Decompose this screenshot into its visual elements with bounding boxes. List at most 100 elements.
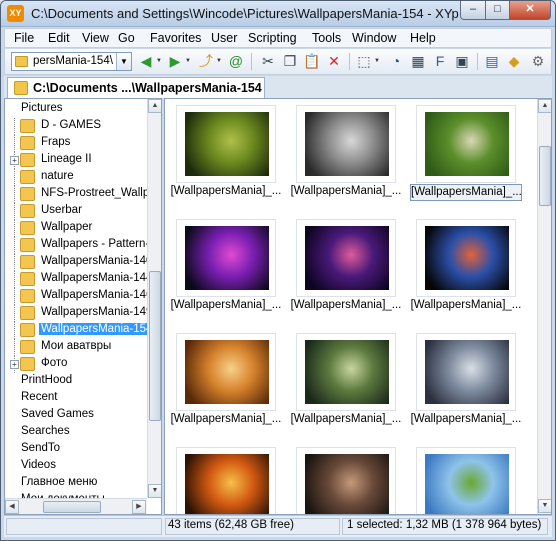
address-dropdown-button[interactable]: ▼ bbox=[116, 53, 131, 70]
forward-dropdown-icon[interactable]: ▼ bbox=[185, 58, 191, 64]
tree-line bbox=[14, 237, 15, 254]
menu-help[interactable]: Help bbox=[410, 31, 436, 45]
tab-wallpapersmania-154[interactable]: C:\Documents ...\WallpapersMania-154 bbox=[7, 77, 265, 98]
tree-line bbox=[14, 322, 15, 339]
files-vertical-scrollbar[interactable]: ▲ ▼ bbox=[537, 99, 551, 514]
scroll-left-button[interactable]: ◀ bbox=[5, 500, 19, 514]
expand-toggle-icon[interactable]: + bbox=[10, 156, 19, 165]
tree-item[interactable]: Pictures bbox=[5, 101, 146, 118]
up-dropdown-icon[interactable]: ▼ bbox=[216, 58, 222, 64]
tab-label: C:\Documents ...\WallpapersMania-154 bbox=[33, 81, 262, 95]
thumbnail-item[interactable]: [WallpapersMania]_... bbox=[170, 219, 282, 325]
settings-icon[interactable]: ⚙ bbox=[529, 52, 547, 70]
tree-line bbox=[14, 169, 15, 186]
panes-icon[interactable]: ▤ bbox=[483, 52, 501, 70]
tree-item[interactable]: SendTo bbox=[5, 441, 146, 458]
address-input[interactable]: persMania-154\ bbox=[33, 55, 117, 67]
address-bar[interactable]: persMania-154\ ▼ bbox=[11, 52, 132, 71]
tree-item[interactable]: + Фото bbox=[5, 356, 146, 373]
thumbnail-frame bbox=[296, 105, 396, 183]
tree-item[interactable]: Searches bbox=[5, 424, 146, 441]
tree-item[interactable]: WallpapersMania-144 bbox=[5, 271, 152, 288]
thumbnail-item[interactable]: [WallpapersMania]_... bbox=[290, 447, 402, 514]
scroll-thumb[interactable] bbox=[539, 146, 551, 206]
tree-item[interactable]: PrintHood bbox=[5, 373, 146, 390]
back-dropdown-icon[interactable]: ▼ bbox=[156, 58, 162, 64]
delete-icon[interactable]: ✕ bbox=[325, 52, 343, 70]
tree-item[interactable]: Videos bbox=[5, 458, 146, 475]
tree-item[interactable]: WallpapersMania-154 bbox=[5, 322, 155, 339]
thumbnail-item[interactable]: [WallpapersMania]_... bbox=[290, 333, 402, 439]
copy-icon[interactable]: ❐ bbox=[281, 52, 299, 70]
menu-window[interactable]: Window bbox=[352, 31, 396, 45]
menu-edit[interactable]: Edit bbox=[48, 31, 70, 45]
select-dropdown-icon[interactable]: ▼ bbox=[374, 58, 380, 64]
tree-item[interactable]: Recent bbox=[5, 390, 146, 407]
tree-item[interactable]: Wallpapers - Pattern- bbox=[5, 237, 149, 254]
tree-vertical-scrollbar[interactable]: ▲ ▼ bbox=[147, 99, 161, 498]
expand-toggle-icon[interactable]: + bbox=[10, 360, 19, 369]
up-folder-icon[interactable]: ⤴ bbox=[197, 52, 215, 70]
tree-item[interactable]: nature bbox=[5, 169, 146, 186]
layout-icon[interactable]: ▣ bbox=[453, 52, 471, 70]
tree-item[interactable]: Главное меню bbox=[5, 475, 146, 492]
tree-item[interactable]: + Lineage II bbox=[5, 152, 146, 169]
tree-item-label: WallpapersMania-154 bbox=[39, 323, 155, 335]
tree-item[interactable]: NFS-Prostreet_Wallpa bbox=[5, 186, 156, 203]
menu-user[interactable]: User bbox=[211, 31, 237, 45]
menu-favorites[interactable]: Favorites bbox=[150, 31, 201, 45]
thumbnail-frame bbox=[416, 105, 516, 183]
scroll-down-button[interactable]: ▼ bbox=[148, 484, 161, 498]
menu-view[interactable]: View bbox=[82, 31, 109, 45]
folder-icon bbox=[14, 81, 28, 95]
tree-item[interactable]: Fraps bbox=[5, 135, 146, 152]
menu-go[interactable]: Go bbox=[118, 31, 135, 45]
scroll-up-button[interactable]: ▲ bbox=[148, 99, 161, 113]
tree-item[interactable]: WallpapersMania-149 bbox=[5, 305, 152, 322]
thumbnail-item[interactable]: [WallpapersMania]_... bbox=[410, 447, 522, 514]
forward-arrow-icon[interactable]: ▶ bbox=[166, 52, 184, 70]
menu-scripting[interactable]: Scripting bbox=[248, 31, 297, 45]
find-icon[interactable]: ◔ bbox=[387, 52, 405, 70]
thumbnail-item[interactable]: [WallpapersMania]_... bbox=[170, 333, 282, 439]
paste-icon[interactable]: 📋 bbox=[303, 52, 321, 70]
tree-item[interactable]: D - GAMES bbox=[5, 118, 146, 135]
back-arrow-icon[interactable]: ◀ bbox=[137, 52, 155, 70]
tree-item-label: Wallpapers - Pattern- bbox=[41, 238, 150, 250]
menu-file[interactable]: File bbox=[14, 31, 34, 45]
close-button[interactable]: ✕ bbox=[509, 1, 551, 20]
scroll-thumb[interactable] bbox=[43, 501, 101, 513]
select-box-icon[interactable]: ⬚ bbox=[355, 52, 373, 70]
tree-item[interactable]: Saved Games bbox=[5, 407, 146, 424]
filter-icon[interactable]: F bbox=[431, 52, 449, 70]
tree-horizontal-scrollbar[interactable]: ◀ ▶ bbox=[5, 498, 147, 514]
thumbnail-item[interactable]: [WallpapersMania]_... bbox=[410, 105, 522, 211]
thumbnail-caption: [WallpapersMania]_... bbox=[170, 185, 282, 197]
maximize-button[interactable]: □ bbox=[485, 1, 510, 20]
tree-item[interactable]: WallpapersMania-140 bbox=[5, 254, 152, 271]
scroll-up-button[interactable]: ▲ bbox=[538, 99, 551, 113]
thumbnail-item[interactable]: [WallpapersMania]_... bbox=[290, 105, 402, 211]
tree-item[interactable]: Wallpaper bbox=[5, 220, 146, 237]
minimize-button[interactable]: – bbox=[460, 1, 486, 20]
web-search-icon[interactable]: @ bbox=[227, 52, 245, 70]
scroll-thumb[interactable] bbox=[149, 271, 161, 421]
scroll-right-button[interactable]: ▶ bbox=[132, 500, 146, 514]
thumbnail-grid-icon[interactable]: ▦ bbox=[409, 52, 427, 70]
tree-item-label: Lineage II bbox=[41, 153, 92, 165]
thumbnail-item[interactable]: [WallpapersMania]_... bbox=[290, 219, 402, 325]
window-title: C:\Documents and Settings\Wincode\Pictur… bbox=[31, 6, 459, 21]
tree-item[interactable]: Userbar bbox=[5, 203, 146, 220]
tree-item[interactable]: Мои аватвры bbox=[5, 339, 146, 356]
package-icon[interactable]: ◆ bbox=[505, 52, 523, 70]
thumbnail-item[interactable]: [WallpapersMania]_... bbox=[410, 219, 522, 325]
thumbnail-item[interactable]: [WallpapersMania]_... bbox=[410, 333, 522, 439]
menu-tools[interactable]: Tools bbox=[312, 31, 341, 45]
thumbnail-item[interactable]: [WallpapersMania]_... bbox=[170, 447, 282, 514]
tree-line bbox=[14, 135, 15, 152]
cut-icon[interactable]: ✂ bbox=[259, 52, 277, 70]
thumbnail-item[interactable]: [WallpapersMania]_... bbox=[170, 105, 282, 211]
scroll-down-button[interactable]: ▼ bbox=[538, 499, 551, 513]
app-icon: XY bbox=[7, 5, 24, 22]
tree-item[interactable]: WallpapersMania-146 bbox=[5, 288, 152, 305]
